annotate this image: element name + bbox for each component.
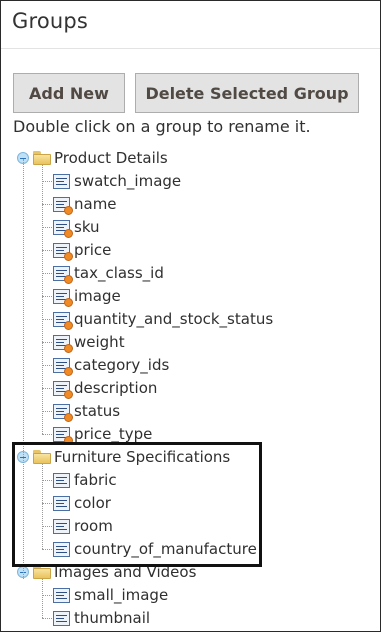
- tree-attribute-item[interactable]: weight: [53, 331, 125, 353]
- system-attribute-icon: [53, 242, 73, 261]
- group-label[interactable]: Product Details: [54, 149, 168, 167]
- system-attribute-icon: [53, 265, 73, 284]
- rename-hint: Double click on a group to rename it.: [13, 117, 311, 136]
- tree-attribute-item[interactable]: price: [53, 239, 111, 261]
- system-attribute-icon: [53, 196, 73, 215]
- tree-attribute-item[interactable]: category_ids: [53, 354, 169, 376]
- tree-attribute-item[interactable]: swatch_image: [53, 170, 181, 192]
- delete-selected-group-button[interactable]: Delete Selected Group: [135, 73, 359, 113]
- attribute-label[interactable]: weight: [74, 333, 125, 351]
- system-attribute-icon: [53, 334, 73, 353]
- groups-panel: Groups Add New Delete Selected Group Dou…: [0, 0, 381, 632]
- tree-connector: [42, 204, 52, 205]
- system-attribute-icon: [53, 311, 73, 330]
- system-attribute-icon: [53, 380, 73, 399]
- attribute-label[interactable]: status: [74, 402, 120, 420]
- system-attribute-icon: [53, 426, 73, 445]
- attribute-label[interactable]: name: [74, 195, 117, 213]
- system-attribute-icon: [53, 403, 73, 422]
- attribute-label[interactable]: image: [74, 287, 121, 305]
- attribute-label[interactable]: tax_class_id: [74, 264, 164, 282]
- tree-connector: [42, 296, 52, 297]
- panel-title: Groups: [12, 9, 89, 33]
- tree-connector: [42, 319, 52, 320]
- attribute-icon: [53, 587, 70, 603]
- attribute-label[interactable]: category_ids: [74, 356, 169, 374]
- tree-attribute-item[interactable]: quantity_and_stock_status: [53, 308, 273, 330]
- attribute-icon: [53, 610, 70, 626]
- attribute-label[interactable]: small_image: [74, 586, 168, 604]
- tree-connector: [42, 250, 52, 251]
- system-attribute-icon: [53, 357, 73, 376]
- attribute-label[interactable]: quantity_and_stock_status: [74, 310, 273, 328]
- system-attribute-icon: [53, 219, 73, 238]
- tree-connector: [42, 411, 52, 412]
- tree-attribute-item[interactable]: description: [53, 377, 157, 399]
- tree-connector: [42, 388, 52, 389]
- tree-connector: [42, 365, 52, 366]
- title-divider: [1, 48, 380, 49]
- tree-connector: [42, 618, 52, 619]
- tree-connector: [42, 181, 52, 182]
- highlight-annotation-box: [12, 442, 262, 567]
- tree-attribute-item[interactable]: image: [53, 285, 121, 307]
- tree-connector: [42, 579, 43, 618]
- tree-attribute-item[interactable]: thumbnail: [53, 607, 150, 629]
- attribute-label[interactable]: price_type: [74, 425, 152, 443]
- tree-connector: [42, 165, 43, 434]
- add-new-button[interactable]: Add New: [13, 73, 125, 113]
- tree-attribute-item[interactable]: status: [53, 400, 120, 422]
- tree-attribute-item[interactable]: sku: [53, 216, 100, 238]
- tree-connector: [42, 595, 52, 596]
- attribute-icon: [53, 173, 70, 189]
- attribute-label[interactable]: thumbnail: [74, 609, 150, 627]
- attribute-label[interactable]: swatch_image: [74, 172, 181, 190]
- tree-attribute-item[interactable]: tax_class_id: [53, 262, 164, 284]
- attribute-label[interactable]: sku: [74, 218, 100, 236]
- tree-attribute-item[interactable]: small_image: [53, 584, 168, 606]
- tree-connector: [42, 273, 52, 274]
- tree-connector: [42, 227, 52, 228]
- tree-connector: [42, 342, 52, 343]
- attribute-label[interactable]: price: [74, 241, 111, 259]
- tree-connector: [42, 434, 52, 435]
- folder-open-icon: [33, 151, 51, 165]
- attribute-label[interactable]: description: [74, 379, 157, 397]
- tree-attribute-item[interactable]: name: [53, 193, 117, 215]
- folder-open-icon: [33, 565, 51, 579]
- system-attribute-icon: [53, 288, 73, 307]
- tree-group[interactable]: Product Details: [17, 147, 168, 169]
